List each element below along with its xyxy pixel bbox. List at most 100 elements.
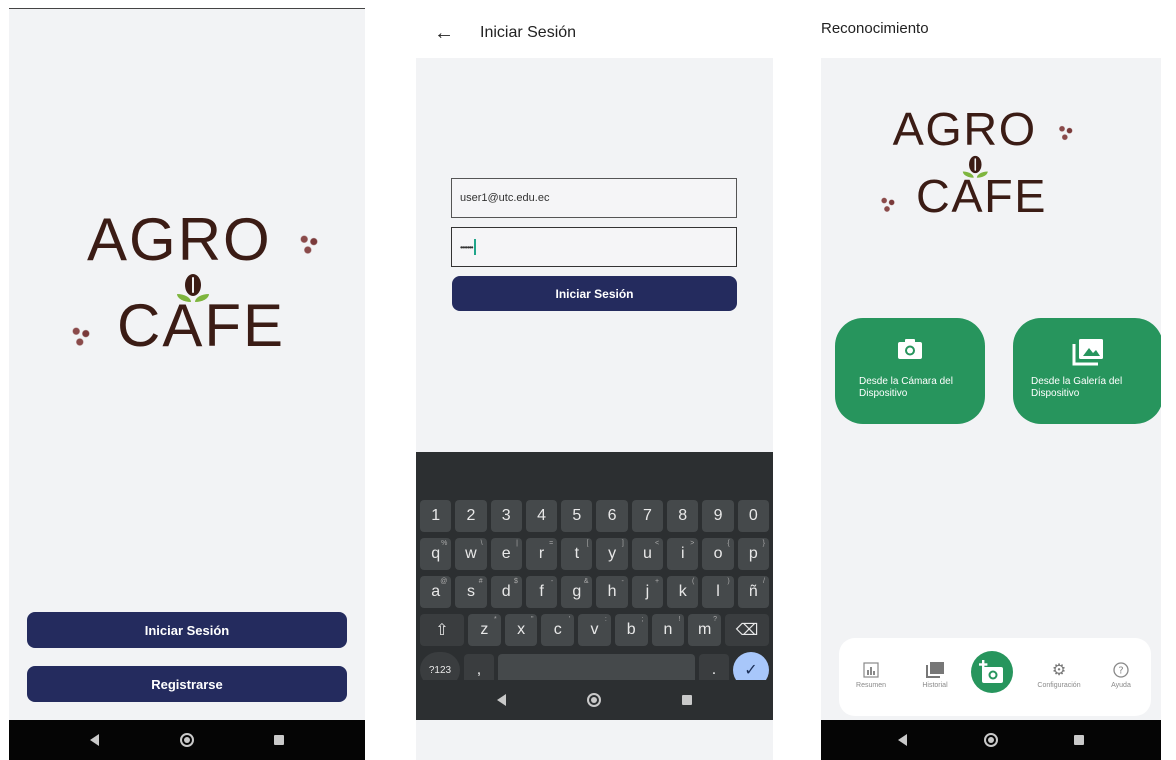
register-button[interactable]: Registrarse [27,666,347,702]
nav-home-icon[interactable] [179,733,194,747]
text-cursor [473,239,476,255]
keyboard-key[interactable]: ? m [688,614,722,646]
key-label: e [501,545,511,562]
keyboard-key[interactable]: % q [420,538,452,570]
key-label: k [678,583,687,600]
keyboard-key[interactable]: (k [667,576,699,608]
nav-recents-icon[interactable] [1074,735,1085,745]
camera-source-button[interactable]: Desde la Cámara del Dispositivo [835,318,985,424]
keyboard-key[interactable]: 3 [490,500,522,532]
keyboard-key[interactable]: \ w [455,538,487,570]
gallery-source-button[interactable]: Desde la Galería del Dispositivo [1013,318,1161,424]
keyboard-key[interactable]: 9 [702,500,734,532]
agrocafe-logo: AGRO CAFE [67,210,327,370]
gallery-icon [1013,338,1161,366]
keyboard-key[interactable]: / ñ [737,576,769,608]
key-hint: : [604,616,607,623]
nav-help-label: Ayuda [1111,682,1131,689]
coffee-berries-icon [1056,123,1076,142]
svg-text:?: ? [1118,666,1123,677]
key-label: t [574,545,580,562]
nav-home-icon[interactable] [587,693,601,707]
key-label: f [539,583,544,600]
logo-cafe-text: CAFE [916,169,1048,223]
key-hint: < [654,540,660,547]
email-field[interactable]: user1@utc.edu.ec [451,178,737,218]
status-bar [9,0,365,9]
keyboard-key[interactable]: $ d [490,576,522,608]
key-hint: - [621,578,624,585]
key-label: w [465,545,477,562]
keyboard-key[interactable]: < u [631,538,664,570]
key-label: 3 [501,507,511,524]
keyboard-key[interactable]: 7 [631,500,664,532]
keyboard-key[interactable]: 5 [561,500,593,532]
app-bar: Reconocimiento [821,0,1161,58]
keyboard-key[interactable]: ! n [651,614,685,646]
keyboard-key[interactable]: 2 [455,500,487,532]
keyboard-key[interactable]: ; b [614,614,648,646]
back-arrow-icon[interactable]: ← [434,22,454,45]
keyboard-key[interactable]: 8 [667,500,699,532]
nav-recents-icon[interactable] [274,735,285,745]
key-label: 4 [537,507,546,524]
keyboard-key[interactable]: " x [504,614,538,646]
keyboard-key[interactable]: + j [631,576,664,608]
key-hint: & [583,578,589,585]
coffee-berries-icon [297,232,321,256]
keyboard-key[interactable]: @ a [420,576,452,608]
camera-icon [835,338,985,360]
nav-back-icon[interactable] [897,734,907,746]
add-photo-fab[interactable] [971,651,1013,693]
nav-summary[interactable]: Resumen [841,660,901,689]
key-label: 0 [748,507,758,524]
key-hint: ! [678,616,681,623]
keyboard-key[interactable]: 4 [525,500,558,532]
keyboard-key[interactable]: | e [490,538,522,570]
password-field[interactable]: ••••••• [451,227,737,267]
nav-settings-label: Configuración [1037,682,1081,689]
key-label: u [642,545,652,562]
login-button[interactable]: Iniciar Sesión [27,612,347,648]
keyboard-key[interactable]: ] y [596,538,628,570]
keyboard-key[interactable]: > i [667,538,699,570]
keyboard-key[interactable]: & g [561,576,593,608]
key-label: s [466,583,475,600]
submit-login-button[interactable]: Iniciar Sesión [452,276,737,311]
key-hint: / [763,578,765,585]
nav-help[interactable]: ? Ayuda [1091,660,1151,689]
nav-recents-icon[interactable] [682,695,692,705]
key-label: 6 [607,507,617,524]
keyboard-key[interactable]: 0 [737,500,769,532]
keyboard-key[interactable]: :v [578,614,611,646]
key-label: 2 [466,507,476,524]
key-label: i [680,545,685,562]
nav-home-icon[interactable] [983,733,998,747]
shift-key-icon[interactable]: ⇧ [420,614,464,646]
key-label: h [607,583,617,600]
keyboard-key[interactable]: [t [561,538,593,570]
keyboard-key[interactable]: -h [596,576,628,608]
nav-back-icon[interactable] [497,694,506,706]
nav-history[interactable]: Historial [905,660,965,689]
backspace-key-icon[interactable]: ⌫ [725,614,770,646]
keyboard-key[interactable]: ) l [702,576,734,608]
key-label: j [645,583,650,600]
keyboard-key[interactable]: 6 [596,500,628,532]
keyboard-key[interactable]: {o [702,538,734,570]
key-label: 1 [431,507,441,524]
coffee-berries-icon [69,324,93,348]
keyboard-key[interactable]: 1 [420,500,452,532]
key-hint: % [441,540,448,547]
key-label: g [572,583,582,600]
nav-back-icon[interactable] [89,734,99,746]
keyboard-key[interactable]: -f [525,576,558,608]
key-hint: ? [713,616,718,623]
keyboard-key[interactable]: # s [455,576,487,608]
keyboard-key[interactable]: ' c [541,614,575,646]
keyboard-key[interactable]: * z [468,614,501,646]
nav-settings[interactable]: ⚙ Configuración [1029,660,1089,689]
keyboard-key[interactable]: } p [737,538,769,570]
keyboard-key[interactable]: = r [525,538,558,570]
logo-agro-text: AGRO [892,102,1037,156]
